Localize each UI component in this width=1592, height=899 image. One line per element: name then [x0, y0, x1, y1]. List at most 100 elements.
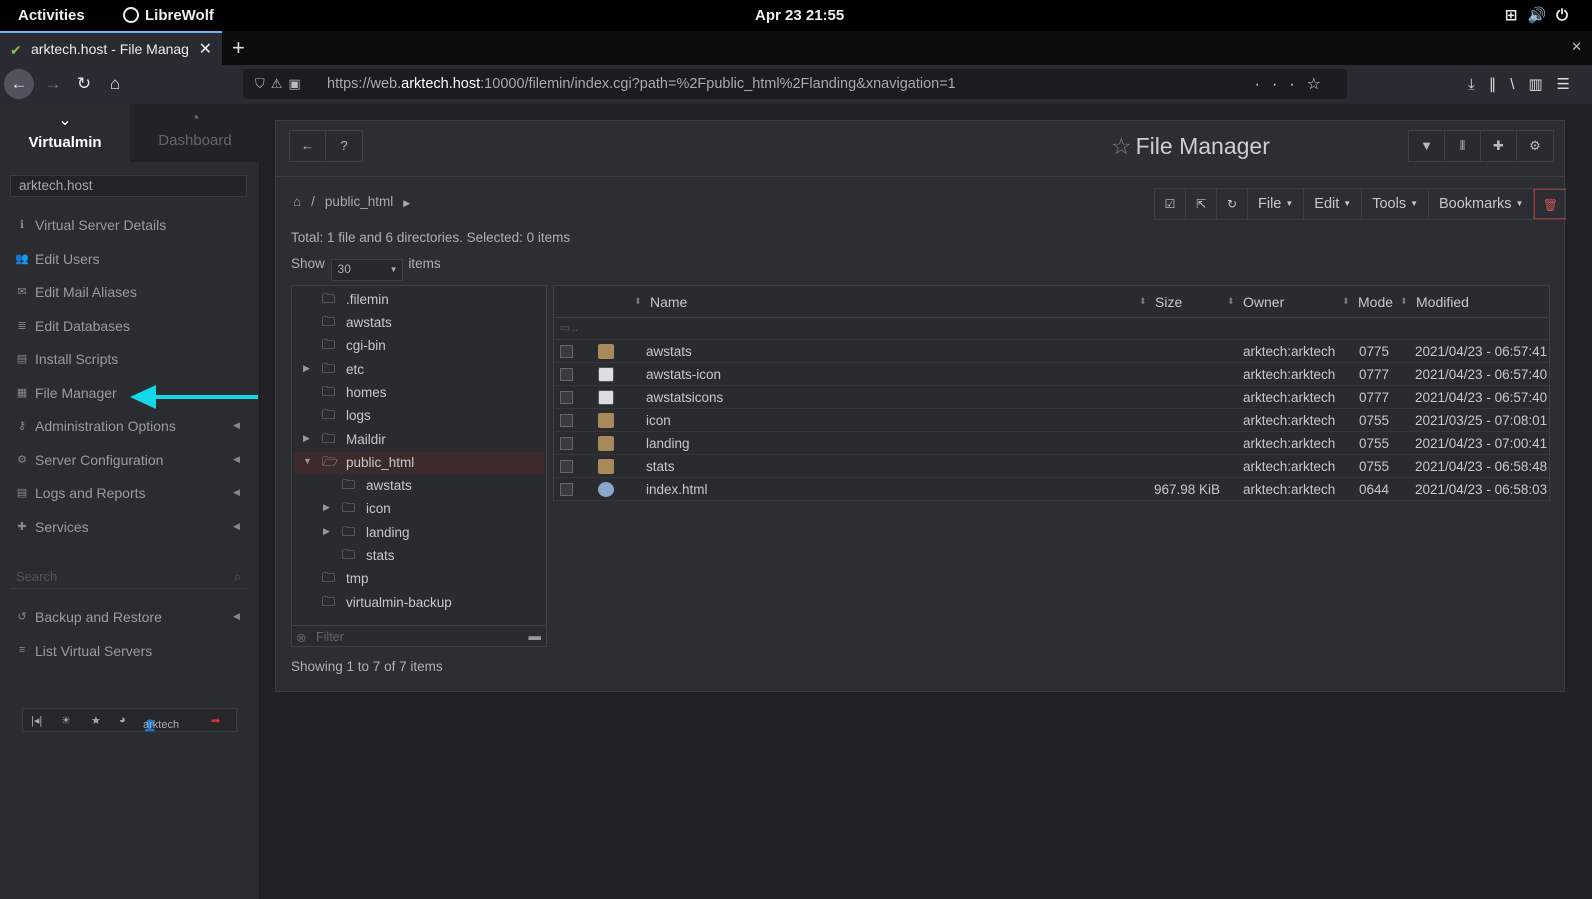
tab-virtualmin[interactable]: ⌄ Virtualmin	[0, 104, 130, 162]
activities-button[interactable]: Activities	[18, 7, 85, 24]
table-row[interactable]: awstats-icon arktech:arktech 0777 2021/04/2…	[554, 364, 1549, 386]
tree-node[interactable]: ▶ 🗀 Maildir	[294, 429, 544, 451]
row-checkbox[interactable]	[560, 368, 573, 381]
table-row[interactable]: icon arktech:arktech 0755 2021/03/25 - 07:0…	[554, 410, 1549, 432]
back-button[interactable]: ←	[4, 69, 34, 99]
system-tray[interactable]: ⊞🔊⏻	[1505, 6, 1578, 24]
sidebar-item-list-virtual-servers[interactable]: ≡ List Virtual Servers	[0, 636, 260, 666]
sidebar-item-edit-databases[interactable]: ≣ Edit Databases	[0, 311, 260, 341]
tree-node[interactable]: 🗀 stats	[294, 545, 544, 567]
puzzle-icon: ✚	[17, 521, 27, 533]
column-owner[interactable]: Owner	[1243, 294, 1284, 310]
sidebar-item-edit-mail-aliases[interactable]: ✉ Edit Mail Aliases	[0, 277, 260, 307]
tree-node[interactable]: 🗀 cgi-bin	[294, 335, 544, 357]
tree-node[interactable]: 🗀 logs	[294, 405, 544, 427]
table-row[interactable]: stats arktech:arktech 0755 2021/04/23 - 06:…	[554, 456, 1549, 478]
tools-menu[interactable]: Tools ▼	[1362, 189, 1429, 219]
tree-node[interactable]: 🗀 awstats	[294, 312, 544, 334]
theme-toggle-icon[interactable]: ☀	[61, 714, 71, 727]
tab-dashboard[interactable]: ◔ Dashboard	[130, 104, 260, 162]
sidebar-toggle-icon[interactable]: ▥	[1528, 76, 1556, 93]
domain-select[interactable]: arktech.host	[10, 175, 247, 197]
column-modified[interactable]: Modified	[1416, 294, 1469, 310]
palette-icon[interactable]: ◕	[119, 714, 126, 726]
sidebar-item-server-configuration[interactable]: ⚙ Server Configuration ◀	[0, 445, 260, 475]
sidebar-item-install-scripts[interactable]: ▤ Install Scripts	[0, 344, 260, 374]
row-checkbox[interactable]	[560, 483, 573, 496]
bookmarks-menu[interactable]: Bookmarks ▼	[1429, 189, 1535, 219]
history-icon: ↺	[17, 611, 27, 623]
select-all-icon[interactable]: ☑	[1155, 189, 1186, 219]
clock[interactable]: Apr 23 21:55	[755, 7, 844, 24]
back-arrow-icon[interactable]: ←	[290, 131, 326, 161]
favorite-star-icon[interactable]: ☆	[1111, 133, 1132, 159]
collapse-icon[interactable]: |◂|	[31, 714, 42, 727]
help-icon[interactable]: ?	[326, 131, 362, 161]
url-bar[interactable]: ⛉⚠▣ https://web.arktech.host:10000/filem…	[243, 69, 1347, 99]
table-row[interactable]: landing arktech:arktech 0755 2021/04/23 - 0…	[554, 433, 1549, 455]
plus-icon[interactable]: ✚	[1481, 131, 1517, 161]
column-name[interactable]: Name	[650, 294, 687, 310]
columns-icon[interactable]: ⦀	[1445, 131, 1481, 161]
refresh-icon[interactable]: ↻	[1217, 189, 1248, 219]
downloads-icon[interactable]: ⤓	[1468, 76, 1489, 93]
column-mode[interactable]: Mode	[1358, 294, 1393, 310]
sidebar-item-virtual-server-details[interactable]: ℹ Virtual Server Details	[0, 210, 260, 240]
share-icon[interactable]: ⇱	[1186, 189, 1217, 219]
browser-tab[interactable]: ✔ arktech.host - File Manag ✕	[0, 31, 222, 65]
home-icon[interactable]: ⌂	[293, 194, 301, 209]
sidebar-item-backup-and-restore[interactable]: ↺ Backup and Restore ◀	[0, 602, 260, 632]
filter-icon[interactable]: ▼	[1409, 131, 1445, 161]
tree-node[interactable]: ▶ 🗀 icon	[294, 498, 544, 520]
table-row[interactable]: index.html 967.98 KiB arktech:arktech 0644 2…	[554, 479, 1549, 501]
clear-icon[interactable]: ⊗	[296, 630, 306, 645]
tree-node[interactable]: 🗀 virtualmin-backup	[294, 592, 544, 614]
table-row[interactable]: awstats arktech:arktech 0775 2021/04/23 - 0…	[554, 341, 1549, 363]
forward-button[interactable]: →	[38, 69, 68, 99]
tree-node[interactable]: 🗀 awstats	[294, 475, 544, 497]
row-checkbox[interactable]	[560, 414, 573, 427]
tree-node[interactable]: 🗀 homes	[294, 382, 544, 404]
column-size[interactable]: Size	[1155, 294, 1182, 310]
gear-icon[interactable]: ⚙	[1517, 131, 1553, 161]
new-tab-button[interactable]: +	[232, 35, 245, 61]
sidebar-footer: |◂| ☀ ★ ◕ 👤 arktech ➡	[22, 708, 237, 732]
tab-close-icon[interactable]: ✕	[199, 39, 212, 59]
edit-menu[interactable]: Edit ▼	[1304, 189, 1363, 219]
library-icon[interactable]: ∥\	[1489, 76, 1529, 93]
tree-filter-input[interactable]: ⊗ Filter ▬	[291, 625, 547, 647]
tree-node[interactable]: ▶ 🗀 etc	[294, 359, 544, 381]
logout-icon[interactable]: ➡	[211, 714, 220, 727]
tree-node[interactable]: 🗀 .filemin	[294, 289, 544, 311]
reload-button[interactable]: ↻	[69, 69, 99, 99]
parent-directory-row[interactable]: ▭ ..	[554, 319, 1549, 340]
home-button[interactable]: ⌂	[100, 69, 130, 99]
page-size-select[interactable]: 30 ▼	[330, 259, 403, 281]
folder-icon[interactable]: ▬	[529, 629, 542, 643]
close-window-icon[interactable]: ✕	[1571, 39, 1582, 55]
row-checkbox[interactable]	[560, 437, 573, 450]
sidebar-item-logs-and-reports[interactable]: ▤ Logs and Reports ◀	[0, 478, 260, 508]
sidebar-item-administration-options[interactable]: ⚷ Administration Options ◀	[0, 411, 260, 441]
sidebar-search-input[interactable]: Search ⌕	[10, 565, 247, 589]
site-info-icon[interactable]: ⛉⚠▣	[255, 76, 307, 92]
page-actions-icon[interactable]: ···	[1255, 76, 1307, 93]
folder-icon: 🗀	[322, 291, 336, 306]
row-checkbox[interactable]	[560, 391, 573, 404]
sidebar-item-edit-users[interactable]: 👥 Edit Users	[0, 244, 260, 274]
trash-icon[interactable]: 🗑	[1534, 189, 1566, 219]
table-row[interactable]: awstatsicons arktech:arktech 0777 2021/04/2…	[554, 387, 1549, 409]
breadcrumb-item[interactable]: public_html	[325, 194, 393, 209]
tree-node[interactable]: ▶ 🗀 landing	[294, 522, 544, 544]
row-checkbox[interactable]	[560, 460, 573, 473]
file-menu[interactable]: File ▼	[1248, 189, 1305, 219]
bookmark-star-icon[interactable]: ☆	[1307, 76, 1333, 93]
hamburger-menu-icon[interactable]: ☰	[1557, 76, 1584, 93]
row-checkbox[interactable]	[560, 345, 573, 358]
chevron-left-icon: ◀	[233, 611, 240, 621]
favorites-icon[interactable]: ★	[91, 714, 101, 727]
tree-node[interactable]: 🗀 tmp	[294, 568, 544, 590]
sidebar-item-services[interactable]: ✚ Services ◀	[0, 512, 260, 542]
tree-node-selected[interactable]: ▼ 🗁 public_html	[294, 452, 544, 474]
app-menu[interactable]: LibreWolf	[123, 7, 214, 24]
